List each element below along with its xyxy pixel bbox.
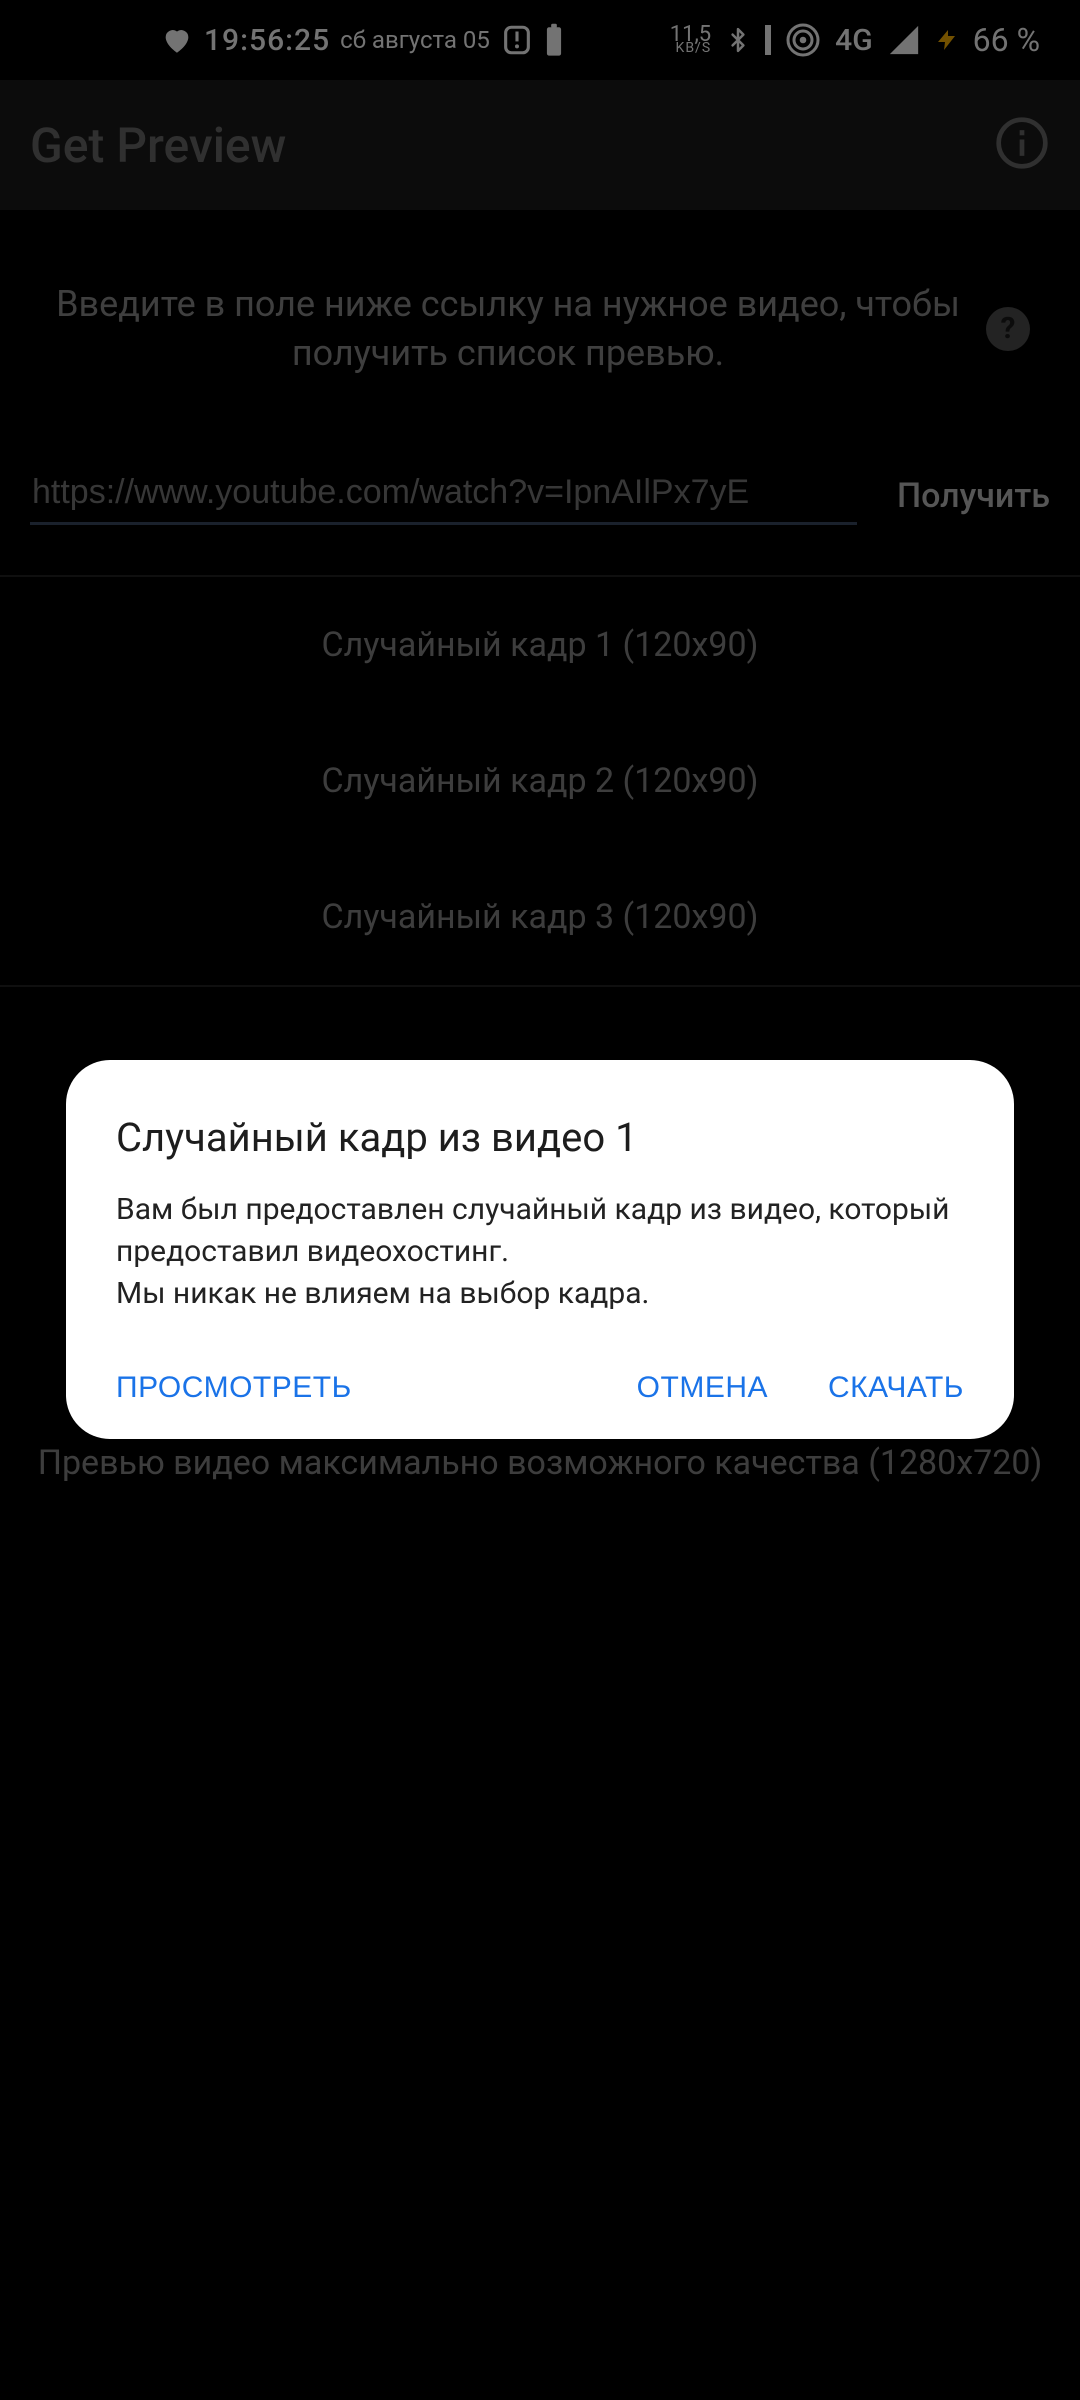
dialog-body: Вам был предоставлен случайный кадр из в… — [116, 1189, 964, 1315]
dialog-cancel-button[interactable]: ОТМЕНА — [637, 1371, 768, 1405]
dialog-actions: ПРОСМОТРЕТЬ ОТМЕНА СКАЧАТЬ — [116, 1371, 964, 1405]
dialog-view-button[interactable]: ПРОСМОТРЕТЬ — [116, 1371, 352, 1405]
dialog-title: Случайный кадр из видео 1 — [116, 1114, 964, 1161]
dialog-random-frame: Случайный кадр из видео 1 Вам был предос… — [66, 1060, 1014, 1439]
dialog-download-button[interactable]: СКАЧАТЬ — [828, 1371, 964, 1405]
